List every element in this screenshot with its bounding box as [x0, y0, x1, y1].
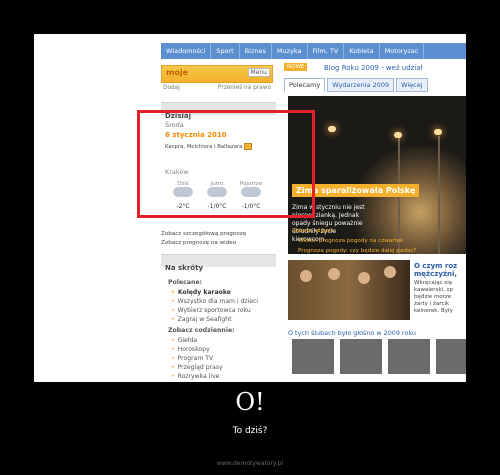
bullet-icon: •: [171, 307, 175, 314]
new-badge: NOWE: [284, 63, 308, 71]
bullet-icon: •: [171, 355, 175, 362]
thumbnail[interactable]: [340, 339, 382, 374]
weddings-link[interactable]: O tych ślubach było głośno w 2009 roku: [288, 329, 416, 337]
list-item-label: Kolędy karaoke: [177, 289, 231, 296]
thumbnail[interactable]: [292, 339, 334, 374]
list-item-label: Wszystko dla mam i dzieci: [177, 298, 259, 305]
thumbnail[interactable]: [436, 339, 466, 374]
hero-link[interactable]: Wideo: prognoza pogody na czwartek: [298, 238, 403, 244]
list-item-label: Przegląd prasy: [177, 364, 223, 371]
side-article-title[interactable]: O czym roz mężczyźni,: [414, 262, 466, 278]
street-lamp: [328, 126, 336, 132]
poster-title: O!: [235, 388, 265, 416]
content-tabs: Polecamy Wydarzenia 2009 Więcej: [284, 78, 428, 92]
hero-link[interactable]: Prognoza pogody: czy będzie dalej padać?: [298, 248, 416, 254]
list-item[interactable]: • Przegląd prasy: [171, 364, 223, 371]
poster-subtitle: To dziś?: [232, 426, 268, 436]
add-link[interactable]: Dodaj: [163, 85, 180, 91]
list-item[interactable]: • Wszystko dla mam i dzieci: [171, 298, 258, 305]
top-nav: Wiadomości Sport Biznes Muzyka Film, TV …: [161, 43, 466, 59]
thumbnail-strip: [292, 339, 466, 374]
widget-actions: Dodaj Przenieś na prawo: [163, 85, 271, 91]
watermark: www.demotywatory.pl: [216, 460, 284, 467]
forecast-details-link[interactable]: Zobacz szczegółową prognozę: [161, 231, 246, 237]
list-item[interactable]: • Zagraj w Seafight: [171, 316, 232, 323]
nav-item[interactable]: Muzyka: [272, 43, 308, 59]
move-link[interactable]: Przenieś na prawo: [218, 85, 271, 91]
tab-polecamy[interactable]: Polecamy: [284, 78, 326, 92]
nav-item[interactable]: Motoryzac: [380, 43, 425, 59]
list-item[interactable]: • Kolędy karaoke: [171, 289, 231, 296]
list-item[interactable]: • Rozrywka live: [171, 373, 219, 380]
bullet-icon: •: [171, 364, 175, 371]
daily-heading: Zobacz codziennie:: [168, 327, 235, 334]
list-item-label: Horoskopy: [177, 346, 210, 353]
nav-item[interactable]: Wiadomości: [161, 43, 212, 59]
face: [300, 270, 312, 282]
menu-button[interactable]: Menu: [247, 68, 270, 77]
highlight-frame: [137, 110, 315, 218]
nav-item[interactable]: Sport: [211, 43, 240, 59]
face: [328, 268, 340, 280]
tab-wydarzenia[interactable]: Wydarzenia 2009: [327, 78, 395, 92]
forecast-video-link[interactable]: Zobacz prognozę na wideo: [161, 240, 236, 246]
popular-heading: Polecane:: [168, 279, 203, 286]
shortcuts-heading: Na skróty: [165, 264, 204, 272]
list-item-label: Wybierz sportowca roku: [177, 307, 251, 314]
side-article-text: Wkręcając się kawalerski, sp będzie morz…: [414, 280, 453, 314]
bullet-icon: •: [171, 346, 175, 353]
nav-item[interactable]: Film, TV: [308, 43, 345, 59]
list-item[interactable]: • Program TV: [171, 355, 213, 362]
street-lamp: [434, 129, 442, 135]
shortcuts-header: Na skróty: [161, 254, 276, 272]
bullet-icon: •: [171, 316, 175, 323]
party-photo[interactable]: [288, 260, 410, 320]
tab-wiecej[interactable]: Więcej: [396, 78, 428, 92]
face: [384, 266, 396, 278]
face: [358, 272, 370, 284]
lamp-pole: [438, 136, 440, 254]
bullet-icon: •: [171, 298, 175, 305]
brand-bar: moje Menu: [161, 65, 273, 83]
list-item[interactable]: • Wybierz sportowca roku: [171, 307, 251, 314]
list-item-label: Rozrywka live: [177, 373, 220, 380]
street-lamp: [394, 132, 402, 138]
bullet-icon: •: [171, 373, 175, 380]
nav-item[interactable]: Kobieta: [344, 43, 380, 59]
list-item-label: Zagraj w Seafight: [177, 316, 232, 323]
hero-link[interactable]: Zobacz zdjęcia: [292, 228, 334, 234]
bullet-icon: •: [171, 337, 175, 344]
thumbnail[interactable]: [388, 339, 430, 374]
bullet-icon: •: [171, 289, 175, 296]
nav-item[interactable]: Biznes: [240, 43, 272, 59]
blog-link[interactable]: Blog Roku 2009 - weź udział: [324, 64, 423, 72]
browser-screenshot: Wiadomości Sport Biznes Muzyka Film, TV …: [34, 34, 466, 382]
logo[interactable]: moje: [166, 68, 188, 77]
list-item[interactable]: • Horoskopy: [171, 346, 210, 353]
list-item-label: Giełda: [177, 337, 198, 344]
list-item-label: Program TV: [177, 355, 214, 362]
list-item[interactable]: • Giełda: [171, 337, 197, 344]
